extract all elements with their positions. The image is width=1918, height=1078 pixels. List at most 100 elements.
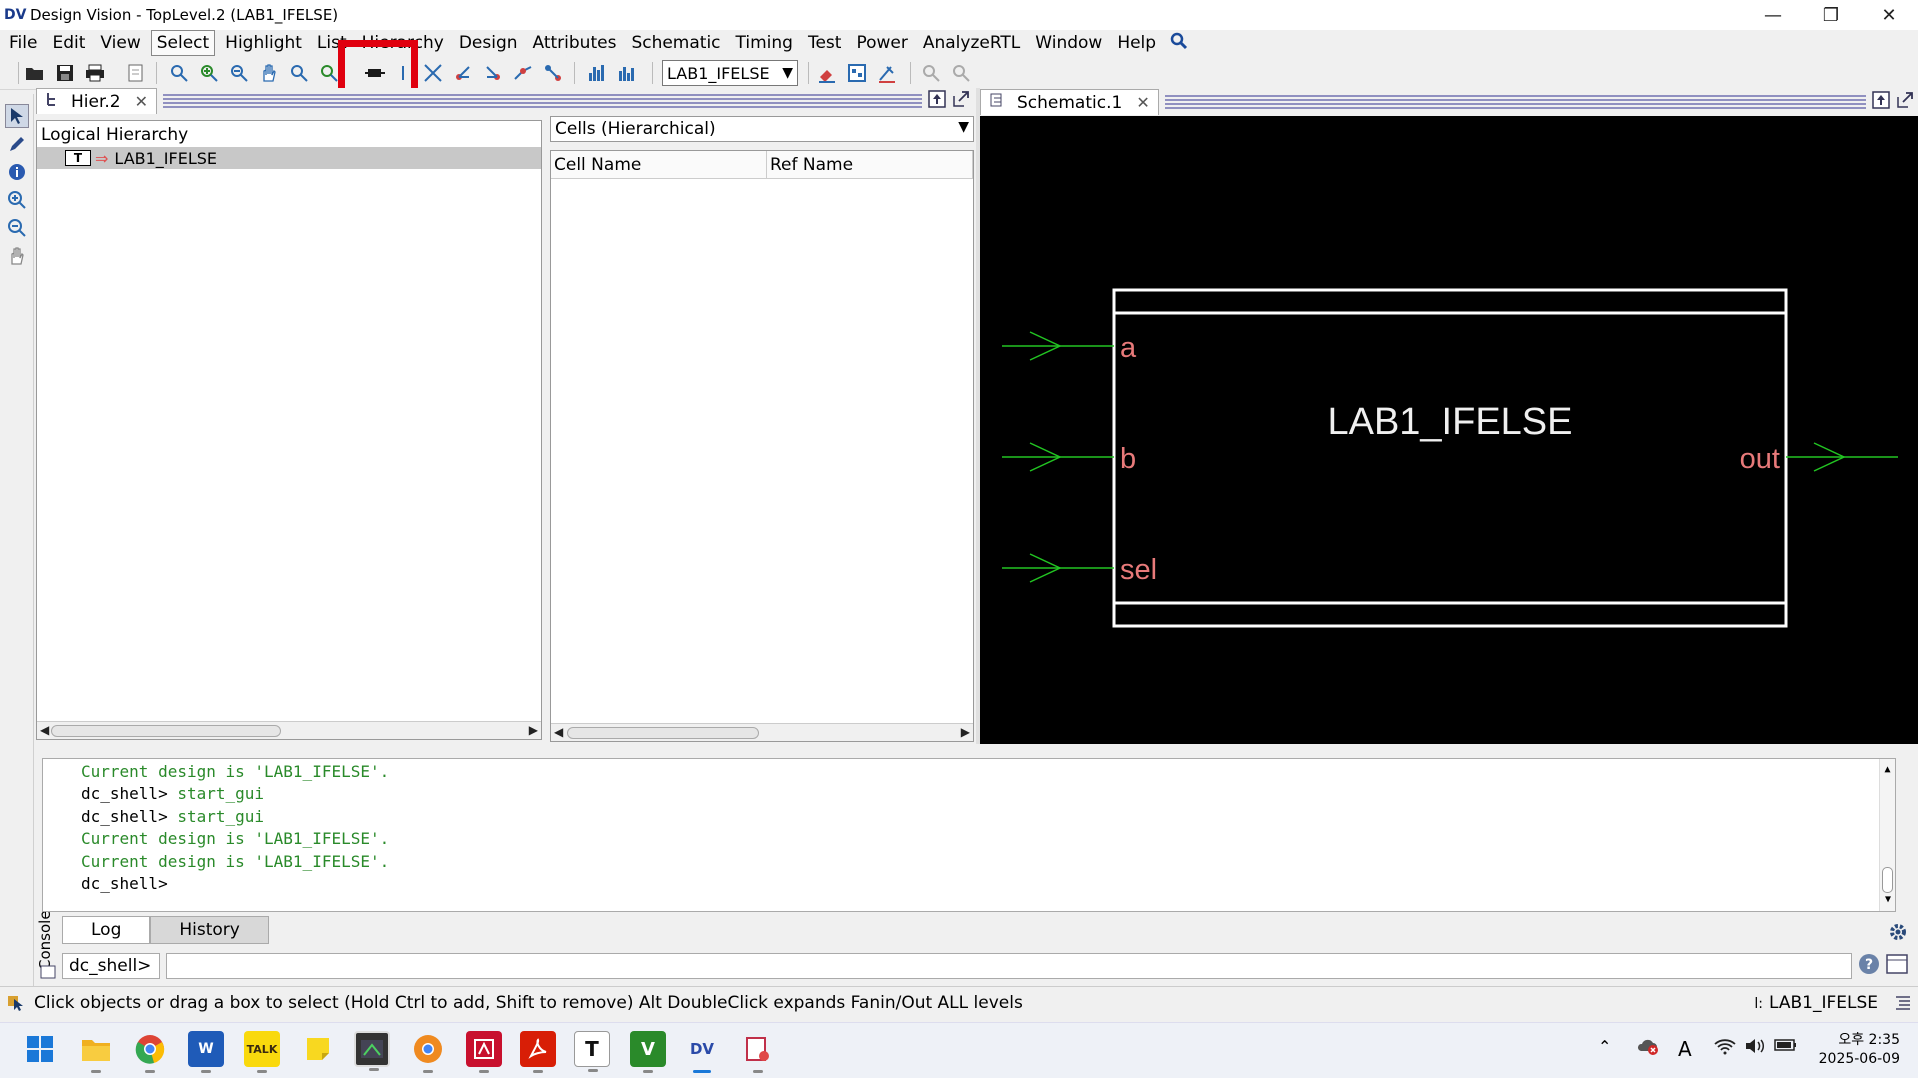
- forward-icon[interactable]: [950, 62, 972, 84]
- input-port-b[interactable]: b: [1002, 442, 1136, 475]
- console-undock-icon[interactable]: [40, 964, 56, 983]
- kakaotalk-icon[interactable]: TALK: [244, 1031, 280, 1073]
- zoom-out-icon[interactable]: [228, 62, 250, 84]
- path-icon[interactable]: [512, 62, 534, 84]
- expand-fanin-icon[interactable]: [422, 62, 444, 84]
- menu-file[interactable]: File: [4, 31, 42, 55]
- maximize-panel-icon[interactable]: [1872, 91, 1890, 113]
- battery-icon[interactable]: [1774, 1037, 1798, 1058]
- tree-item[interactable]: T ⇒ LAB1_IFELSE: [37, 147, 541, 169]
- cloud-icon[interactable]: [1636, 1037, 1658, 1060]
- back-icon[interactable]: [920, 62, 942, 84]
- paint-icon[interactable]: [740, 1031, 776, 1073]
- properties-icon[interactable]: [846, 62, 868, 84]
- zoom-out-tool-icon[interactable]: [5, 216, 29, 240]
- hierarchy-icon: [45, 91, 61, 112]
- column-header-ref-name[interactable]: Ref Name: [767, 151, 973, 179]
- close-icon[interactable]: ✕: [1136, 93, 1149, 112]
- input-port-a[interactable]: a: [1002, 331, 1137, 364]
- close-icon[interactable]: ✕: [135, 92, 148, 111]
- connectivity-icon[interactable]: [542, 62, 564, 84]
- wifi-icon[interactable]: [1714, 1037, 1736, 1060]
- typora-icon[interactable]: T: [574, 1031, 610, 1072]
- menu-design[interactable]: Design: [454, 31, 523, 55]
- menu-highlight[interactable]: Highlight: [220, 31, 307, 55]
- tab-hier-2[interactable]: Hier.2 ✕: [36, 88, 158, 114]
- chevron-up-icon[interactable]: ⌃: [1598, 1037, 1611, 1056]
- endpoint-histogram-icon[interactable]: [616, 62, 638, 84]
- pan-icon[interactable]: [258, 62, 280, 84]
- script-icon[interactable]: [124, 62, 146, 84]
- design-vision-icon[interactable]: DV: [684, 1031, 720, 1073]
- design-block[interactable]: LAB1_IFELSE: [1112, 288, 1788, 628]
- fanin-icon[interactable]: [482, 62, 504, 84]
- start-icon[interactable]: [22, 1031, 58, 1067]
- zoom-fit-icon[interactable]: [168, 62, 190, 84]
- zoom-in-tool-icon[interactable]: [5, 188, 29, 212]
- zoom-prev-icon[interactable]: [318, 62, 340, 84]
- chrome-icon[interactable]: [132, 1031, 168, 1073]
- zoom-select-icon[interactable]: [288, 62, 310, 84]
- menu-help[interactable]: Help: [1112, 31, 1161, 55]
- tab-schematic-1[interactable]: Schematic.1 ✕: [980, 89, 1159, 115]
- clear-highlight-icon[interactable]: [876, 62, 898, 84]
- print-icon[interactable]: [84, 62, 106, 84]
- gear-icon[interactable]: [1888, 922, 1908, 946]
- file-explorer-icon[interactable]: [78, 1031, 114, 1073]
- zoom-in-icon[interactable]: [198, 62, 220, 84]
- histogram-icon[interactable]: [586, 62, 608, 84]
- horizontal-scrollbar[interactable]: ◀ ▶: [551, 723, 973, 741]
- horizontal-scrollbar[interactable]: ◀ ▶: [37, 721, 541, 739]
- schematic-canvas[interactable]: LAB1_IFELSE a b sel out: [980, 116, 1918, 744]
- fanout-icon[interactable]: [452, 62, 474, 84]
- undock-icon[interactable]: [1896, 91, 1914, 113]
- menu-analyzertl[interactable]: AnalyzeRTL: [918, 31, 1025, 55]
- chrome-canary-icon[interactable]: [410, 1031, 446, 1073]
- snipping-tool-icon[interactable]: [354, 1031, 390, 1071]
- menu-power[interactable]: Power: [851, 31, 912, 55]
- select-arrow-icon[interactable]: [5, 104, 29, 128]
- info-icon[interactable]: [5, 160, 29, 184]
- open-icon[interactable]: [24, 62, 46, 84]
- volume-icon[interactable]: [1744, 1037, 1766, 1060]
- vim-icon[interactable]: V: [630, 1031, 666, 1073]
- system-clock[interactable]: 오후 2:35 2025-06-09: [1819, 1031, 1900, 1069]
- menu-window[interactable]: Window: [1030, 31, 1107, 55]
- menu-select[interactable]: Select: [150, 30, 216, 56]
- word-icon[interactable]: W: [188, 1031, 224, 1073]
- input-port-sel[interactable]: sel: [1002, 553, 1157, 586]
- console-line: dc_shell> start_gui: [81, 784, 265, 804]
- vertical-scrollbar[interactable]: ▲ ▼: [1879, 759, 1895, 911]
- help-icon[interactable]: ?: [1858, 953, 1880, 979]
- red-app-icon[interactable]: [466, 1031, 502, 1073]
- search-icon[interactable]: [1170, 32, 1188, 54]
- cells-view-select[interactable]: Cells (Hierarchical) ▼: [550, 116, 974, 142]
- menu-edit[interactable]: Edit: [47, 31, 90, 55]
- sticky-notes-icon[interactable]: [300, 1031, 336, 1067]
- tab-history[interactable]: History: [150, 916, 269, 944]
- minimize-button[interactable]: —: [1744, 0, 1802, 30]
- close-button[interactable]: ✕: [1860, 0, 1918, 30]
- maximize-button[interactable]: ❐: [1802, 0, 1860, 30]
- menu-timing[interactable]: Timing: [731, 31, 798, 55]
- menu-test[interactable]: Test: [803, 31, 846, 55]
- save-icon[interactable]: [54, 62, 76, 84]
- menu-attributes[interactable]: Attributes: [528, 31, 622, 55]
- list-icon[interactable]: [1894, 993, 1912, 1016]
- column-header-cell-name[interactable]: Cell Name: [551, 151, 767, 179]
- ime-indicator[interactable]: A: [1678, 1037, 1692, 1061]
- eraser-icon[interactable]: [816, 62, 838, 84]
- maximize-panel-icon[interactable]: [928, 90, 946, 112]
- design-select[interactable]: LAB1_IFELSE ▼: [662, 60, 798, 86]
- output-port-out[interactable]: out: [1740, 442, 1898, 475]
- tab-log[interactable]: Log: [62, 916, 151, 944]
- command-input[interactable]: [166, 953, 1852, 979]
- pencil-icon[interactable]: [5, 132, 29, 156]
- window-icon[interactable]: [1886, 954, 1908, 978]
- pan-tool-icon[interactable]: [5, 244, 29, 268]
- port-label-a: a: [1120, 332, 1137, 364]
- menu-view[interactable]: View: [95, 31, 145, 55]
- acrobat-icon[interactable]: [520, 1031, 556, 1073]
- undock-icon[interactable]: [952, 90, 970, 112]
- menu-schematic[interactable]: Schematic: [626, 31, 725, 55]
